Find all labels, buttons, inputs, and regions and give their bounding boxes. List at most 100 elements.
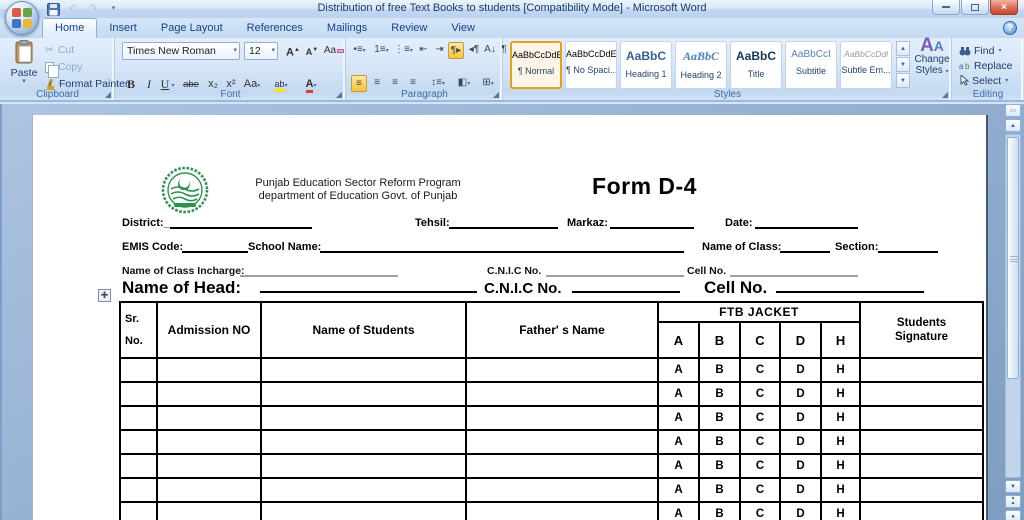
jacket-letter-cell[interactable]: C — [740, 454, 780, 478]
paragraph-dialog-launcher[interactable]: ◢ — [493, 91, 499, 99]
font-dialog-launcher[interactable]: ◢ — [336, 91, 342, 99]
tab-mailings[interactable]: Mailings — [315, 18, 379, 38]
jacket-letter-cell[interactable]: H — [821, 502, 860, 520]
style-subtitle[interactable]: AaBbCcI Subtitle — [785, 41, 837, 89]
empty-cell[interactable] — [120, 430, 157, 454]
tab-references[interactable]: References — [235, 18, 315, 38]
change-styles-button[interactable]: AA Change Styles ▾ — [912, 40, 952, 78]
jacket-letter-cell[interactable]: D — [780, 430, 821, 454]
emis-code-line[interactable] — [182, 241, 248, 253]
find-button[interactable]: Find ▾ — [959, 43, 1001, 58]
empty-cell[interactable] — [120, 382, 157, 406]
jacket-letter-cell[interactable]: A — [658, 382, 699, 406]
office-button[interactable] — [5, 1, 39, 35]
jacket-letter-cell[interactable]: B — [699, 454, 740, 478]
style-title[interactable]: AaBbC Title — [730, 41, 782, 89]
copy-button[interactable]: Copy — [45, 59, 83, 75]
help-button[interactable]: ? — [1003, 21, 1017, 35]
empty-cell[interactable] — [157, 382, 261, 406]
empty-cell[interactable] — [860, 430, 983, 454]
font-size-combo[interactable]: 12 — [244, 42, 278, 60]
empty-cell[interactable] — [120, 502, 157, 520]
jacket-letter-cell[interactable]: A — [658, 406, 699, 430]
rtl-direction-button[interactable]: ◂¶ — [466, 42, 482, 59]
increase-indent-button[interactable]: ⇥ — [432, 42, 447, 59]
style-heading-2[interactable]: AaBbC Heading 2 — [675, 41, 727, 89]
jacket-letter-cell[interactable]: H — [821, 478, 860, 502]
empty-cell[interactable] — [466, 478, 658, 502]
empty-cell[interactable] — [120, 358, 157, 382]
ltr-direction-button[interactable]: ¶▸ — [448, 42, 464, 59]
scrollbar-thumb[interactable] — [1007, 137, 1019, 379]
style-subtle-emphasis[interactable]: AaBbCcDdl Subtle Em... — [840, 41, 892, 89]
district-line[interactable] — [170, 217, 312, 229]
jacket-letter-cell[interactable]: C — [740, 382, 780, 406]
empty-cell[interactable] — [157, 430, 261, 454]
jacket-letter-cell[interactable]: D — [780, 382, 821, 406]
redo-button[interactable]: ↷ — [86, 2, 101, 16]
empty-cell[interactable] — [860, 454, 983, 478]
styles-scroll-up-button[interactable]: ▲ — [896, 41, 910, 56]
cut-button[interactable]: ✂ Cut — [45, 42, 74, 58]
empty-cell[interactable] — [157, 478, 261, 502]
jacket-letter-cell[interactable]: B — [699, 430, 740, 454]
tehsil-line[interactable] — [449, 217, 558, 229]
empty-cell[interactable] — [466, 454, 658, 478]
jacket-letter-cell[interactable]: C — [740, 502, 780, 520]
styles-scroll-down-button[interactable]: ▼ — [896, 57, 910, 72]
jacket-letter-cell[interactable]: H — [821, 406, 860, 430]
multilevel-list-button[interactable]: ⋮≡▾ — [393, 42, 414, 59]
empty-cell[interactable] — [120, 478, 157, 502]
jacket-letter-cell[interactable]: D — [780, 454, 821, 478]
replace-button[interactable]: a b Replace — [959, 58, 1013, 73]
jacket-letter-cell[interactable]: C — [740, 406, 780, 430]
empty-cell[interactable] — [261, 358, 466, 382]
jacket-letter-cell[interactable]: C — [740, 358, 780, 382]
clear-formatting-button[interactable]: Aa — [322, 42, 346, 60]
empty-cell[interactable] — [157, 358, 261, 382]
jacket-letter-cell[interactable]: A — [658, 358, 699, 382]
empty-cell[interactable] — [466, 382, 658, 406]
tab-insert[interactable]: Insert — [97, 18, 149, 38]
grow-font-button[interactable]: A▲ — [284, 42, 302, 60]
clipboard-dialog-launcher[interactable]: ◢ — [105, 91, 111, 99]
select-browse-object-button[interactable]: ● — [1005, 510, 1021, 520]
maximize-button[interactable] — [961, 0, 989, 15]
jacket-letter-cell[interactable]: C — [740, 430, 780, 454]
save-button[interactable] — [46, 2, 61, 16]
empty-cell[interactable] — [157, 406, 261, 430]
jacket-letter-cell[interactable]: B — [699, 502, 740, 520]
empty-cell[interactable] — [157, 454, 261, 478]
empty-cell[interactable] — [261, 406, 466, 430]
markaz-line[interactable] — [610, 217, 694, 229]
scroll-up-button[interactable]: ▲ — [1005, 119, 1021, 132]
name-of-class-line[interactable] — [780, 241, 830, 253]
qat-customize-button[interactable]: ▾ — [106, 2, 121, 16]
empty-cell[interactable] — [466, 502, 658, 520]
empty-cell[interactable] — [261, 454, 466, 478]
jacket-letter-cell[interactable]: A — [658, 478, 699, 502]
jacket-letter-cell[interactable]: B — [699, 406, 740, 430]
jacket-letter-cell[interactable]: H — [821, 454, 860, 478]
jacket-letter-cell[interactable]: A — [658, 502, 699, 520]
jacket-letter-cell[interactable]: B — [699, 382, 740, 406]
document-page[interactable]: Punjab Education Sector Reform Program d… — [32, 115, 988, 520]
jacket-letter-cell[interactable]: C — [740, 478, 780, 502]
minimize-button[interactable] — [932, 0, 960, 15]
style-normal[interactable]: AaBbCcDdE ¶ Normal — [510, 41, 562, 89]
jacket-letter-cell[interactable]: H — [821, 430, 860, 454]
empty-cell[interactable] — [860, 382, 983, 406]
select-button[interactable]: Select ▾ — [959, 73, 1008, 88]
close-button[interactable]: × — [990, 0, 1018, 15]
empty-cell[interactable] — [120, 454, 157, 478]
name-of-head-line[interactable] — [260, 275, 477, 293]
empty-cell[interactable] — [261, 430, 466, 454]
empty-cell[interactable] — [157, 502, 261, 520]
table-move-handle[interactable]: ✚ — [98, 289, 111, 302]
scroll-down-button[interactable]: ▼ — [1005, 480, 1021, 493]
styles-gallery-expand-button[interactable]: ▼ — [896, 73, 910, 88]
cell-large-line[interactable] — [776, 275, 924, 293]
cnic-large-line[interactable] — [572, 275, 680, 293]
jacket-letter-cell[interactable]: D — [780, 502, 821, 520]
tab-page-layout[interactable]: Page Layout — [149, 18, 235, 38]
